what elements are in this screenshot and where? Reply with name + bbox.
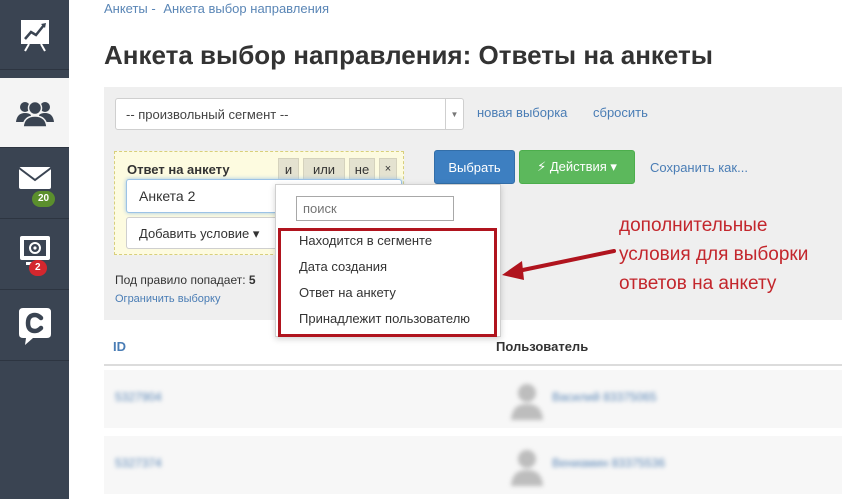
avatar: [511, 450, 543, 486]
sidebar-item-chat[interactable]: [0, 291, 69, 361]
add-condition-button[interactable]: Добавить условие ▾: [126, 217, 278, 249]
campaigns-count-badge: 2: [29, 260, 47, 276]
avatar: [511, 384, 543, 420]
logic-and-button[interactable]: и: [278, 158, 299, 180]
actions-button[interactable]: ⚡ Действия ▾: [519, 150, 635, 184]
row-id[interactable]: 5327904: [115, 390, 162, 404]
column-header-id[interactable]: ID: [113, 339, 126, 354]
rule-hint: Под правило попадает: 5: [115, 273, 256, 287]
rule-hint-count: 5: [248, 273, 256, 287]
logic-or-button[interactable]: или: [303, 158, 345, 180]
new-selection-link[interactable]: новая выборка: [477, 105, 567, 120]
sidebar-item-users[interactable]: [0, 78, 69, 148]
condition-label: Ответ на анкету: [127, 162, 230, 177]
sidebar: 20 2: [0, 0, 69, 499]
save-as-link[interactable]: Сохранить как...: [650, 160, 748, 175]
sidebar-item-analytics[interactable]: [0, 0, 69, 70]
row-id[interactable]: 5327374: [115, 456, 162, 470]
highlight-frame: [278, 228, 497, 337]
envelope-icon: [17, 166, 52, 189]
breadcrumb-link-survey[interactable]: Анкета выбор направления: [163, 1, 329, 16]
remove-condition-button[interactable]: ×: [379, 158, 397, 180]
rule-hint-text: Под правило попадает:: [115, 273, 246, 287]
users-group-icon: [15, 100, 54, 128]
column-header-user: Пользователь: [496, 339, 589, 354]
mail-count-badge: 20: [32, 191, 56, 207]
row-user[interactable]: Вениамин 83375536: [552, 456, 665, 470]
chart-board-icon: [20, 19, 49, 51]
table-row[interactable]: 5327374 Вениамин 83375536: [104, 436, 842, 494]
sidebar-item-mail[interactable]: 20: [0, 149, 69, 219]
annotation-line-1: дополнительные: [619, 215, 768, 236]
dropdown-search-input[interactable]: [296, 196, 454, 221]
limit-selection-link[interactable]: Ограничить выборку: [115, 293, 220, 305]
row-user[interactable]: Василий 83375065: [552, 390, 657, 404]
chevron-down-icon: ▼: [445, 99, 463, 129]
select-button[interactable]: Выбрать: [434, 150, 515, 184]
segment-select-value: -- произвольный сегмент --: [126, 107, 289, 122]
chat-c-icon: [18, 307, 51, 345]
annotation-arrow-icon: [502, 249, 616, 280]
table-divider: [104, 364, 842, 366]
sidebar-item-campaigns[interactable]: 2: [0, 220, 69, 290]
breadcrumb: Анкеты - Анкета выбор направления: [104, 1, 333, 16]
page-title: Анкета выбор направления: Ответы на анке…: [104, 40, 713, 70]
logic-not-button[interactable]: не: [349, 158, 375, 180]
table-row[interactable]: 5327904 Василий 83375065: [104, 370, 842, 428]
annotation-line-2: условия для выборки: [619, 244, 809, 265]
annotation-line-3: ответов на анкету: [619, 273, 777, 294]
segment-select[interactable]: -- произвольный сегмент -- ▼: [115, 98, 464, 130]
reset-link[interactable]: сбросить: [593, 105, 648, 120]
breadcrumb-link-surveys[interactable]: Анкеты -: [104, 1, 156, 16]
